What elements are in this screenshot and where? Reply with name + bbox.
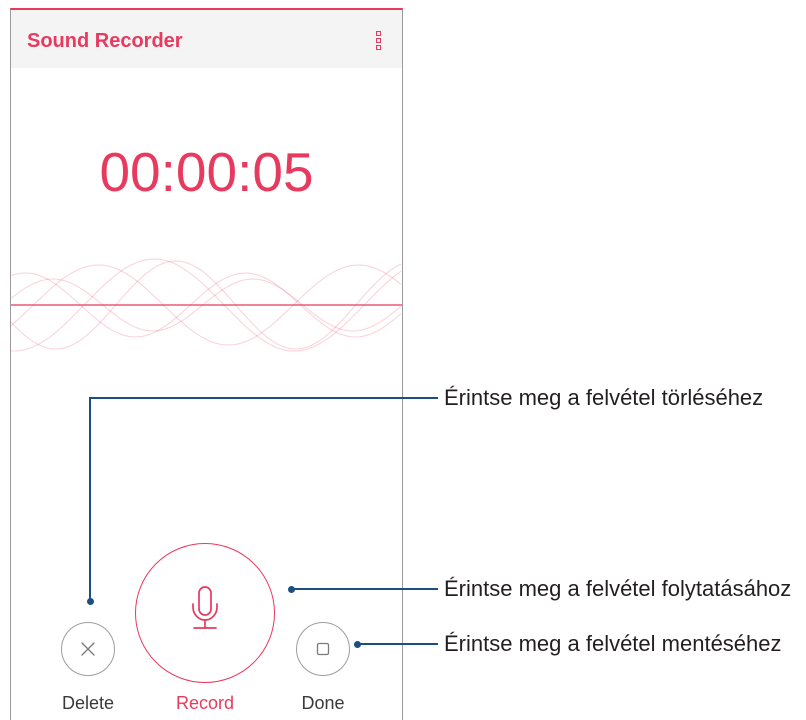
- app-bar: Sound Recorder: [11, 10, 402, 68]
- callout-anchor-dot: [287, 585, 295, 593]
- menu-dot: [375, 37, 381, 43]
- stop-square-shape: [316, 642, 330, 656]
- callout-anchor-dot: [86, 597, 94, 605]
- phone-screen: Sound Recorder 00:00:05 Delete Record Do…: [10, 8, 403, 720]
- done-label: Done: [301, 693, 345, 713]
- record-label: Record: [175, 693, 235, 713]
- close-icon: [81, 642, 95, 656]
- more-options-icon[interactable]: [373, 29, 383, 51]
- microphone-icon: [192, 586, 218, 629]
- menu-dot: [375, 30, 381, 36]
- callout-text-record: Érintse meg a felvétel folytatásához: [444, 576, 792, 601]
- done-button[interactable]: [296, 622, 350, 676]
- delete-button[interactable]: [61, 622, 115, 676]
- microphone-holder: [192, 603, 218, 621]
- waveform-visualizer: [11, 258, 402, 352]
- callout-leader-horizontal: [357, 643, 438, 645]
- menu-dot: [375, 44, 381, 50]
- callout-leader-vertical: [89, 397, 91, 601]
- app-title: Sound Recorder: [27, 30, 183, 52]
- callout-text-delete: Érintse meg a felvétel törléséhez: [444, 385, 764, 410]
- elapsed-timer: 00:00:05: [99, 141, 314, 203]
- callout-text-done: Érintse meg a felvétel mentéséhez: [444, 631, 782, 656]
- stop-square-icon: [316, 642, 330, 656]
- callout-leader-horizontal: [89, 397, 438, 399]
- callout-leader-horizontal: [291, 588, 438, 590]
- microphone-capsule: [198, 586, 212, 616]
- delete-label: Delete: [61, 693, 115, 713]
- callout-anchor-dot: [353, 640, 361, 648]
- record-button[interactable]: [135, 543, 275, 683]
